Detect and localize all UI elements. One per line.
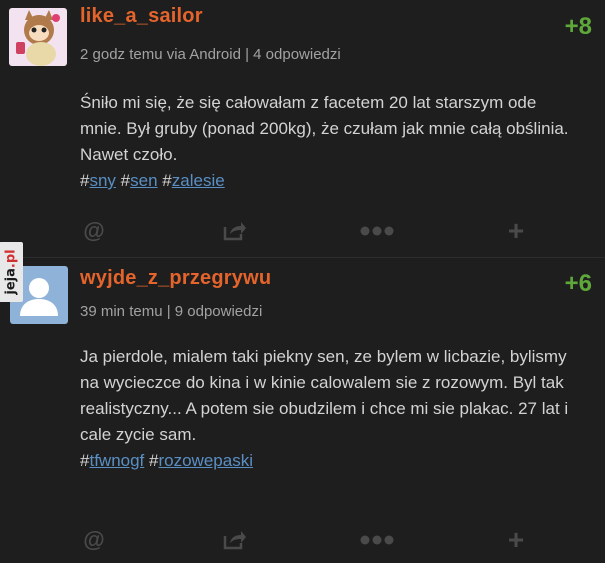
avatar[interactable] — [9, 8, 67, 66]
entry-body: Śniło mi się, że się całowałam z facetem… — [80, 90, 580, 194]
entry-meta: 39 min temu | 9 odpowiedzi — [80, 303, 263, 320]
more-dots-icon[interactable] — [360, 219, 394, 243]
vote-count[interactable]: +8 — [565, 13, 592, 41]
entry-text: Ja pierdole, mialem taki piekny sen, ze … — [80, 347, 569, 444]
entry-like-a-sailor: like_a_sailor 2 godz temu via Android | … — [0, 0, 605, 258]
vote-count[interactable]: +6 — [565, 270, 592, 298]
at-icon[interactable]: @ — [82, 527, 106, 552]
watermark-suffix: .pl — [3, 249, 19, 269]
share-icon[interactable] — [222, 219, 248, 243]
tag-link[interactable]: sen — [130, 171, 157, 190]
tag-link[interactable]: zalesie — [172, 171, 225, 190]
username[interactable]: wyjde_z_przegrywu — [80, 267, 271, 290]
entry-body: Ja pierdole, mialem taki piekny sen, ze … — [80, 344, 580, 474]
more-dots-icon[interactable] — [360, 528, 394, 552]
tag-link[interactable]: tfwnogf — [89, 451, 144, 470]
tag-link[interactable]: rozowepaski — [158, 451, 253, 470]
jeja-watermark: jeja.pl — [0, 242, 23, 302]
plus-icon[interactable]: + — [504, 524, 528, 555]
watermark-text: jeja.pl — [4, 249, 19, 294]
entry-wyjde-z-przegrywu: wyjde_z_przegrywu 39 min temu | 9 odpowi… — [0, 258, 605, 563]
share-icon[interactable] — [222, 528, 248, 552]
entry-tags: #sny #sen #zalesie — [80, 171, 225, 190]
entry-actions: @ + — [80, 215, 530, 246]
at-icon[interactable]: @ — [82, 218, 106, 243]
watermark-name: jeja — [3, 268, 19, 295]
username[interactable]: like_a_sailor — [80, 5, 203, 28]
entry-actions: @ + — [80, 524, 530, 555]
entry-meta: 2 godz temu via Android | 4 odpowiedzi — [80, 46, 341, 63]
entry-tags: #tfwnogf #rozowepaski — [80, 451, 253, 470]
plus-icon[interactable]: + — [504, 215, 528, 246]
cartoon-cat-avatar-icon — [9, 8, 67, 66]
entry-text: Śniło mi się, że się całowałam z facetem… — [80, 93, 569, 164]
tag-link[interactable]: sny — [89, 171, 115, 190]
